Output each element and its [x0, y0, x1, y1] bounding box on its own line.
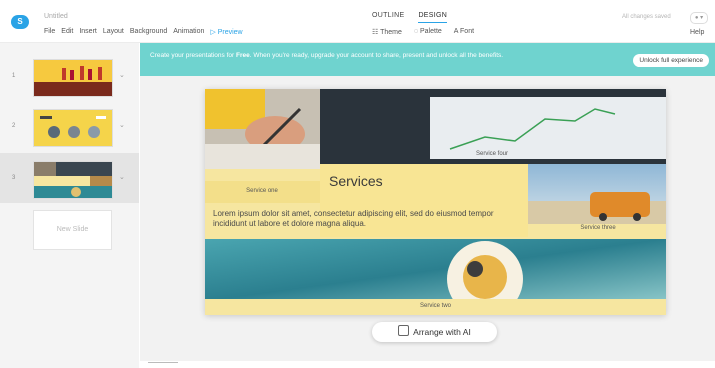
menu-insert[interactable]: Insert — [79, 28, 97, 36]
caption-service-three: Service three — [580, 225, 616, 231]
view-tabs: OUTLINE DESIGN — [372, 12, 448, 23]
banner-text-bold: Free — [236, 52, 250, 59]
theme-button[interactable]: ☷ Theme — [372, 28, 402, 36]
save-status: All changes saved — [622, 14, 671, 20]
banner-message: Create your presentations for Free. When… — [150, 51, 605, 60]
ai-icon — [398, 325, 410, 336]
help-link[interactable]: Help — [690, 29, 704, 36]
arrange-with-ai-button[interactable]: Arrange with AI — [372, 322, 497, 342]
menu-background[interactable]: Background — [130, 28, 167, 36]
menu-bar: File Edit Insert Layout Background Anima… — [44, 28, 243, 36]
slide-number: 1 — [12, 73, 16, 79]
caption-service-four: Service four — [475, 151, 508, 157]
notes-divider — [148, 362, 178, 363]
arrange-button-label: Arrange with AI — [413, 327, 471, 337]
palette-button[interactable]: ◌ Palette — [414, 28, 442, 36]
chevron-down-icon[interactable]: ⌄ — [119, 121, 125, 129]
slide-artwork — [205, 89, 666, 315]
slide-body-text[interactable]: Lorem ipsum dolor sit amet, consectetur … — [213, 209, 523, 229]
slide-thumbnail-row[interactable]: 2 ⌄ — [0, 101, 139, 151]
document-title[interactable]: Untitled — [44, 13, 68, 20]
menu-edit[interactable]: Edit — [61, 28, 73, 36]
slide-title[interactable]: Services — [329, 173, 383, 189]
app-logo[interactable]: S — [11, 15, 29, 29]
user-menu-button[interactable]: ● ▾ — [690, 12, 708, 24]
upgrade-banner: Create your presentations for Free. When… — [140, 43, 715, 76]
caption-service-two: Service two — [419, 303, 451, 309]
slide-preview[interactable]: Service one Service four Service three S… — [205, 89, 666, 315]
banner-text-start: Create your presentations for — [150, 52, 236, 59]
slide-thumbnail[interactable] — [33, 59, 113, 97]
slide-thumbnail[interactable] — [33, 109, 113, 147]
chevron-down-icon[interactable]: ⌄ — [119, 71, 125, 79]
slide-thumbnail-row[interactable]: 1 ⌄ — [0, 51, 139, 101]
menu-animation[interactable]: Animation — [173, 28, 204, 36]
slide-thumbnail-row[interactable]: 3 ⌄ — [0, 153, 139, 203]
menu-file[interactable]: File — [44, 28, 55, 36]
slide-sidebar: 1 ⌄ 2 ⌄ 3 ⌄ New Slide — [0, 43, 139, 368]
caption-service-one: Service one — [246, 188, 278, 194]
chevron-down-icon[interactable]: ⌄ — [119, 173, 125, 181]
unlock-full-experience-button[interactable]: Unlock full experience — [633, 54, 709, 67]
new-slide-button[interactable]: New Slide — [33, 210, 112, 250]
tab-outline[interactable]: OUTLINE — [372, 12, 404, 23]
banner-text-end: . When you're ready, upgrade your accoun… — [249, 52, 504, 59]
menu-preview[interactable]: ▷ Preview — [210, 28, 242, 36]
design-tools: ☷ Theme ◌ Palette A Font — [372, 28, 474, 36]
font-button[interactable]: A Font — [454, 28, 474, 36]
slide-number: 2 — [12, 123, 16, 129]
slide-thumbnail[interactable] — [33, 161, 113, 199]
tab-design[interactable]: DESIGN — [418, 12, 448, 23]
menu-layout[interactable]: Layout — [103, 28, 124, 36]
slide-number: 3 — [12, 175, 16, 181]
top-bar: S Untitled File Edit Insert Layout Backg… — [0, 0, 715, 43]
